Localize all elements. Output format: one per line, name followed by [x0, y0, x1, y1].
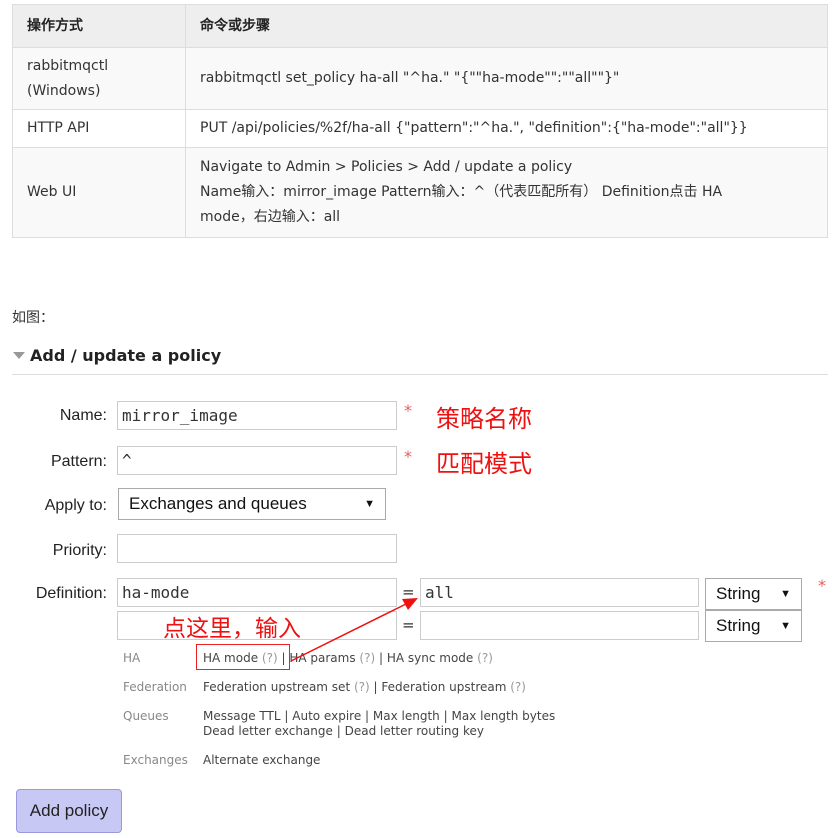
add-policy-button[interactable]: Add policy: [16, 789, 122, 833]
arrow-icon: [290, 598, 418, 662]
